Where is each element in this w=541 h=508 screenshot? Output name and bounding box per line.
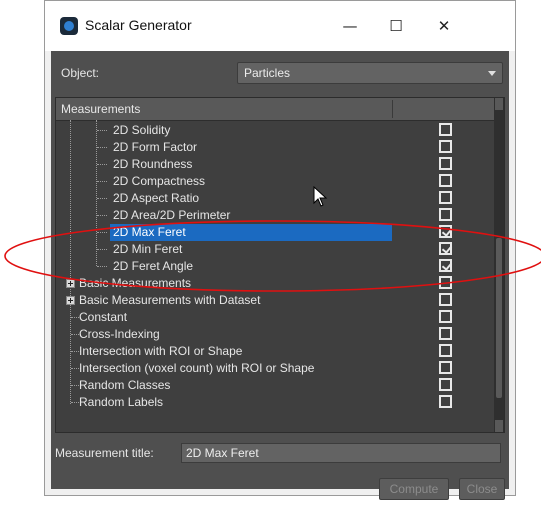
- compute-button[interactable]: Compute: [379, 478, 449, 500]
- chevron-down-icon: [488, 71, 496, 76]
- scroll-up-arrow-icon[interactable]: [495, 98, 503, 110]
- measurement-checkbox[interactable]: [439, 310, 452, 323]
- list-item-label: 2D Compactness: [113, 174, 206, 188]
- window-title: Scalar Generator: [85, 17, 192, 33]
- mouse-pointer-icon: [313, 186, 328, 207]
- expand-plus-icon[interactable]: [66, 296, 75, 305]
- scrollbar-thumb[interactable]: [496, 238, 502, 398]
- list-item-label: Random Labels: [79, 395, 164, 409]
- list-item[interactable]: Basic Measurements: [56, 275, 496, 292]
- measurement-checkbox-checked[interactable]: [439, 259, 452, 272]
- measurement-checkbox[interactable]: [439, 191, 452, 204]
- list-item[interactable]: Cross-Indexing: [56, 326, 496, 343]
- list-item-label: 2D Roundness: [113, 157, 193, 171]
- measurement-title-label: Measurement title:: [55, 446, 154, 460]
- list-item-label: 2D Area/2D Perimeter: [113, 208, 231, 222]
- object-dropdown[interactable]: Particles: [237, 62, 503, 84]
- list-item-label: 2D Aspect Ratio: [113, 191, 200, 205]
- list-item[interactable]: Constant: [56, 309, 496, 326]
- measurement-checkbox[interactable]: [439, 395, 452, 408]
- list-item-label: Intersection (voxel count) with ROI or S…: [79, 361, 315, 375]
- list-item-label: 2D Form Factor: [113, 140, 198, 154]
- app-logo-icon: [60, 17, 78, 35]
- list-item-label: 2D Feret Angle: [113, 259, 194, 273]
- object-dropdown-value: Particles: [244, 66, 291, 80]
- measurement-checkbox[interactable]: [439, 140, 452, 153]
- list-item-label: Random Classes: [79, 378, 171, 392]
- dialog-body: Object: Particles Measurements 2D Solidi…: [51, 51, 509, 500]
- list-item-selected[interactable]: 2D Max Feret: [56, 224, 496, 241]
- maximize-button[interactable]: ☐: [373, 1, 419, 51]
- measurement-checkbox[interactable]: [439, 361, 452, 374]
- list-item[interactable]: 2D Solidity: [56, 122, 496, 139]
- list-item-label: 2D Max Feret: [113, 225, 186, 239]
- list-item[interactable]: 2D Min Feret: [56, 241, 496, 258]
- list-item[interactable]: Basic Measurements with Dataset: [56, 292, 496, 309]
- scroll-down-arrow-icon[interactable]: [495, 420, 503, 432]
- list-item[interactable]: 2D Area/2D Perimeter: [56, 207, 496, 224]
- measurement-checkbox[interactable]: [439, 276, 452, 289]
- list-item[interactable]: Random Classes: [56, 377, 496, 394]
- measurement-checkbox[interactable]: [439, 174, 452, 187]
- object-label: Object:: [61, 66, 100, 80]
- list-item-label: Basic Measurements: [79, 276, 192, 290]
- measurement-checkbox[interactable]: [439, 157, 452, 170]
- scalar-generator-window: Scalar Generator — ☐ ✕ Object: Particles…: [44, 0, 516, 500]
- measurement-checkbox[interactable]: [439, 344, 452, 357]
- list-item[interactable]: 2D Aspect Ratio: [56, 190, 496, 207]
- title-bar[interactable]: Scalar Generator — ☐ ✕: [45, 1, 515, 51]
- tree-header: Measurements: [56, 98, 496, 121]
- list-item-label: Constant: [79, 310, 128, 324]
- list-item-label: 2D Solidity: [113, 123, 171, 137]
- measurement-checkbox[interactable]: [439, 378, 452, 391]
- expand-plus-icon[interactable]: [66, 279, 75, 288]
- list-item-label: Intersection with ROI or Shape: [79, 344, 243, 358]
- list-item[interactable]: Intersection (voxel count) with ROI or S…: [56, 360, 496, 377]
- list-item[interactable]: Intersection with ROI or Shape: [56, 343, 496, 360]
- measurement-checkbox-checked[interactable]: [439, 225, 452, 238]
- measurement-checkbox[interactable]: [439, 208, 452, 221]
- list-item-label: Basic Measurements with Dataset: [79, 293, 261, 307]
- list-item-label: 2D Min Feret: [113, 242, 183, 256]
- tree-header-label: Measurements: [61, 102, 141, 116]
- measurement-checkbox[interactable]: [439, 327, 452, 340]
- measurement-checkbox[interactable]: [439, 293, 452, 306]
- close-button[interactable]: Close: [459, 478, 505, 500]
- list-item[interactable]: Random Labels: [56, 394, 496, 411]
- measurement-checkbox[interactable]: [439, 123, 452, 136]
- close-window-button[interactable]: ✕: [421, 1, 467, 51]
- minimize-button[interactable]: —: [327, 1, 373, 51]
- list-item[interactable]: 2D Form Factor: [56, 139, 496, 156]
- list-item[interactable]: 2D Roundness: [56, 156, 496, 173]
- measurement-title-input[interactable]: 2D Max Feret: [181, 443, 501, 463]
- measurement-checkbox-checked[interactable]: [439, 242, 452, 255]
- list-item[interactable]: 2D Compactness: [56, 173, 496, 190]
- list-item-label: Cross-Indexing: [79, 327, 160, 341]
- measurements-tree[interactable]: Measurements 2D Solidity 2D Form Factor: [55, 97, 505, 433]
- list-item[interactable]: 2D Feret Angle: [56, 258, 496, 275]
- measurement-title-value: 2D Max Feret: [186, 446, 259, 460]
- column-divider: [392, 100, 393, 118]
